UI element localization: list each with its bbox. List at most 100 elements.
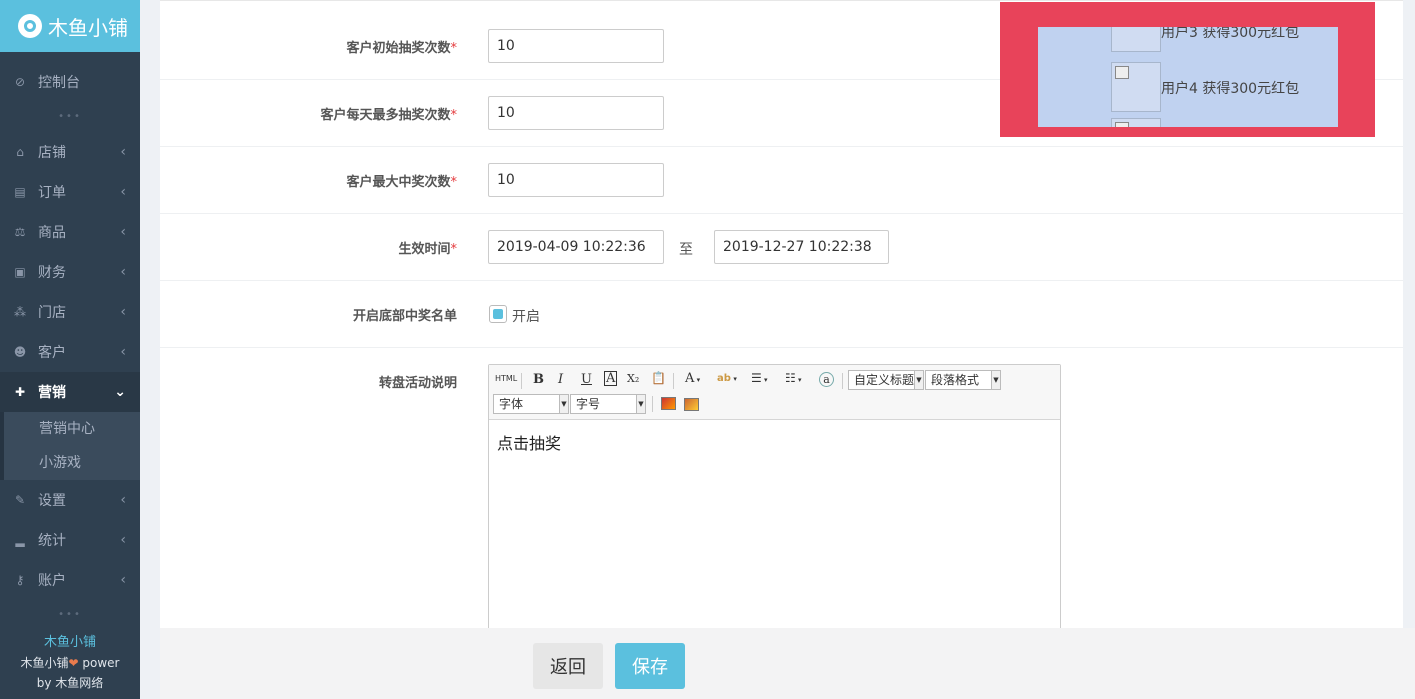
link-icon[interactable]: a <box>819 372 834 387</box>
wrench-icon: ✎ <box>14 493 26 507</box>
nav-label: 门店 <box>38 305 66 321</box>
chevron-left-icon: ‹ <box>120 304 126 320</box>
subnav-mini-games[interactable]: 小游戏 <box>4 446 140 480</box>
enable-winner-list-label: 开启 <box>512 309 540 325</box>
scale-icon: ⚖ <box>14 225 26 239</box>
editor-toolbar: HTML B I U A X₂ 📋 A ▾ ab ▾ ☰ ▾ ☷ ▾ a 自定义… <box>489 365 1060 420</box>
nav-statistics[interactable]: ▂ 统计 ‹ <box>0 520 140 560</box>
chevron-left-icon: ‹ <box>120 264 126 280</box>
nav-label: 商品 <box>38 225 66 241</box>
nav-customers[interactable]: ☻ 客户 ‹ <box>0 332 140 372</box>
nav-stores[interactable]: ⁂ 门店 ‹ <box>0 292 140 332</box>
effective-time-label: 生效时间* <box>398 242 457 257</box>
nav-finance[interactable]: ▣ 财务 ‹ <box>0 252 140 292</box>
nav-label: 营销 <box>38 385 66 401</box>
winner-item: 用户3 获得300元红包 <box>1038 27 1338 57</box>
insert-media-icon[interactable] <box>684 398 699 411</box>
nav-marketing[interactable]: ✚ 营销 ⌄ <box>0 372 140 412</box>
footer-power: 木鱼小铺❤ power <box>20 656 120 670</box>
text-color-button[interactable]: A ▾ <box>685 371 700 386</box>
daily-max-draws-label: 客户每天最多抽奖次数* <box>320 108 457 123</box>
marketing-submenu: 营销中心 小游戏 <box>0 412 140 480</box>
back-button[interactable]: 返回 <box>533 643 603 689</box>
save-button[interactable]: 保存 <box>615 643 685 689</box>
chevron-down-icon: ▼ <box>914 371 923 389</box>
paragraph-format-select[interactable]: 段落格式 ▼ <box>925 370 1001 390</box>
bold-button[interactable]: B <box>533 372 544 387</box>
winner-text: 用户4 获得300元红包 <box>1161 81 1300 97</box>
winner-item: 用户4 获得300元红包 <box>1038 62 1338 117</box>
nav-label: 客户 <box>38 345 66 361</box>
initial-draws-label: 客户初始抽奖次数* <box>346 41 457 56</box>
winner-avatar <box>1111 27 1161 52</box>
subscript-button[interactable]: X₂ <box>627 372 639 385</box>
orders-icon: ▤ <box>14 185 26 199</box>
winner-item <box>1038 118 1338 127</box>
logo-text: 木鱼小铺 <box>48 15 128 40</box>
font-size-select[interactable]: 字号 ▼ <box>570 394 646 414</box>
custom-title-select[interactable]: 自定义标题 ▼ <box>848 370 924 390</box>
nav-label: 账户 <box>38 573 66 589</box>
nav-shop[interactable]: ⌂ 店铺 ‹ <box>0 132 140 172</box>
sidebar-footer: 木鱼小铺 木鱼小铺❤ power by 木鱼网络 <box>0 633 140 699</box>
money-icon: ▣ <box>14 265 26 279</box>
winner-avatar <box>1111 62 1161 112</box>
nav-divider: ••• <box>58 111 82 122</box>
paste-icon[interactable]: 📋 <box>651 371 666 385</box>
chevron-left-icon: ‹ <box>120 344 126 360</box>
nav-account[interactable]: ⚷ 账户 ‹ <box>0 560 140 600</box>
nav-dashboard[interactable]: ⊘ 控制台 <box>0 62 140 102</box>
insert-image-icon[interactable] <box>661 397 676 410</box>
sitemap-icon: ⁂ <box>14 305 26 319</box>
nav-label: 订单 <box>38 185 66 201</box>
users-icon: ☻ <box>13 345 27 359</box>
winner-avatar <box>1111 118 1161 127</box>
ordered-list-icon[interactable]: ☰ ▾ <box>751 371 768 385</box>
bottom-winner-list-label: 开启底部中奖名单 <box>352 309 457 324</box>
chevron-left-icon: ‹ <box>120 144 126 160</box>
chevron-down-icon: ▼ <box>991 371 1000 389</box>
winner-list-preview: 用户3 获得300元红包 用户4 获得300元红包 <box>1000 2 1375 137</box>
chevron-left-icon: ‹ <box>120 532 126 548</box>
highlight-button[interactable]: ab ▾ <box>717 373 737 384</box>
nav-products[interactable]: ⚖ 商品 ‹ <box>0 212 140 252</box>
row-max-wins: 客户最大中奖次数* 10 <box>160 147 1403 214</box>
editor-content[interactable]: 点击抽奖 <box>489 420 1060 464</box>
shop-basket-icon: ⌂ <box>16 145 24 159</box>
winner-text: 用户3 获得300元红包 <box>1161 27 1300 41</box>
subnav-marketing-center[interactable]: 营销中心 <box>4 412 140 446</box>
chevron-left-icon: ‹ <box>120 184 126 200</box>
nav-label: 财务 <box>38 265 66 281</box>
key-icon: ⚷ <box>15 573 25 587</box>
sidebar: 木鱼小铺 ⊘ 控制台 ••• ⌂ 店铺 ‹ ▤ 订单 ‹ ⚖ 商品 ‹ ▣ 财务… <box>0 0 140 699</box>
nav-divider: ••• <box>58 609 82 620</box>
nav-orders[interactable]: ▤ 订单 ‹ <box>0 172 140 212</box>
html-source-button[interactable]: HTML <box>495 374 517 383</box>
footer-brand: 木鱼小铺 <box>43 635 96 650</box>
rich-text-editor: HTML B I U A X₂ 📋 A ▾ ab ▾ ☰ ▾ ☷ ▾ a 自定义… <box>488 364 1061 628</box>
enable-winner-list-checkbox[interactable] <box>489 305 507 323</box>
start-time-input[interactable]: 2019-04-09 10:22:36 <box>488 230 664 264</box>
nav-settings[interactable]: ✎ 设置 ‹ <box>0 480 140 520</box>
font-border-button[interactable]: A <box>604 371 618 386</box>
nav-label: 控制台 <box>38 75 80 91</box>
italic-button[interactable]: I <box>558 372 563 387</box>
font-family-select[interactable]: 字体 ▼ <box>493 394 569 414</box>
row-effective-time: 生效时间* 2019-04-09 10:22:36 至 2019-12-27 1… <box>160 214 1403 281</box>
description-label: 转盘活动说明 <box>378 376 457 391</box>
end-time-input[interactable]: 2019-12-27 10:22:38 <box>714 230 889 264</box>
max-wins-input[interactable]: 10 <box>488 163 664 197</box>
logo[interactable]: 木鱼小铺 <box>0 0 140 52</box>
underline-button[interactable]: U <box>581 372 592 387</box>
nav-label: 统计 <box>38 533 66 549</box>
scrollbar[interactable] <box>1403 0 1415 628</box>
chevron-down-icon: ▼ <box>559 395 568 413</box>
heart-icon: ❤ <box>68 656 79 670</box>
initial-draws-input[interactable]: 10 <box>488 29 664 63</box>
daily-max-draws-input[interactable]: 10 <box>488 96 664 130</box>
chevron-down-icon: ▼ <box>636 395 645 413</box>
unordered-list-icon[interactable]: ☷ ▾ <box>785 371 802 385</box>
max-wins-label: 客户最大中奖次数* <box>346 175 457 190</box>
action-bar: 返回 保存 <box>160 628 1415 699</box>
signal-icon: ▂ <box>15 533 25 547</box>
